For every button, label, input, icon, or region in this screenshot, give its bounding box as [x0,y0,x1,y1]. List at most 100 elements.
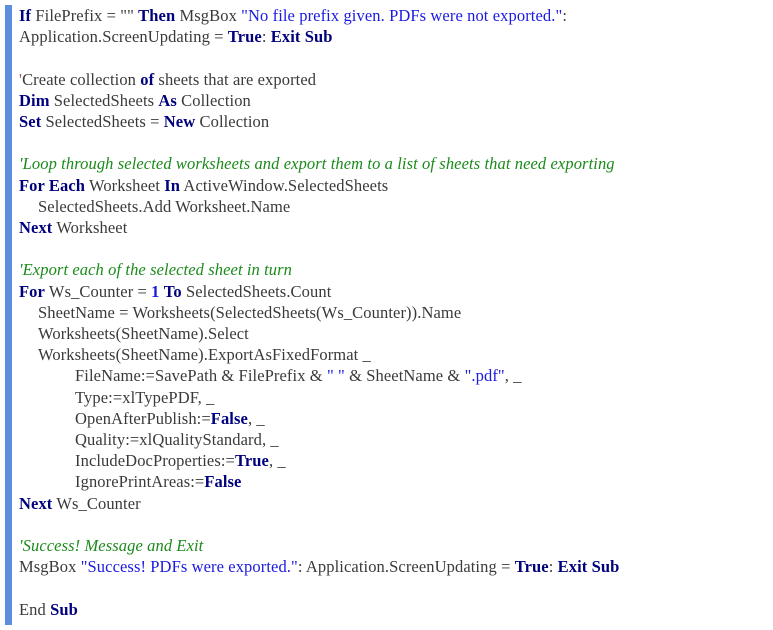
statement-worksheets-select: Worksheets(SheetName).Select [38,324,249,343]
operator-equals: = [501,557,511,577]
string-success-message: "Success! PDFs were exported." [80,557,298,577]
code-line-18: Quality:=xlQualityStandard, _ [19,429,767,450]
operator-equals: = [106,6,116,25]
keyword-if: If [19,6,32,25]
object-application-screenupdating: Application.ScreenUpdating [19,27,210,47]
code-line-9: Next Worksheet [19,217,767,238]
line-continuation-2: , _ [247,408,265,428]
keyword-exit-sub: Exit Sub [557,557,620,577]
code-line-14: Worksheets(SheetName).ExportAsFixedForma… [19,344,767,365]
comment-text-a: Create collection [22,69,141,89]
code-lines: If FilePrefix = "" Then MsgBox "No file … [19,5,767,620]
statement-exportasfixedformat: Worksheets(SheetName).ExportAsFixedForma… [38,345,371,365]
keyword-dim: Dim [19,90,50,110]
param-filename-prefix: FileName:=SavePath & FilePrefix & [75,366,327,386]
code-line-22: 'Success! Message and Exit [19,535,767,556]
comment-success-message: 'Success! Message and Exit [19,536,204,556]
code-line-16: Type:=xlTypePDF, _ [19,387,767,408]
statement-sheetname-assign: SheetName = Worksheets(SelectedSheets(Ws… [38,302,462,322]
code-line-21: Next Ws_Counter [19,493,767,514]
string-part-no: "No [241,6,269,25]
code-line-6: 'Loop through selected worksheets and ex… [19,153,767,174]
code-line-2: Application.ScreenUpdating = True: Exit … [19,26,767,47]
statement-separator-colon: : [261,27,267,47]
keyword-for: For [19,281,45,301]
keyword-true: True [227,27,262,47]
left-accent-bar [5,5,12,625]
line-continuation-1: , _ [504,366,522,386]
empty-string-literal: "" [120,6,134,25]
code-blank-line-4 [19,514,767,535]
code-snippet-container: If FilePrefix = "" Then MsgBox "No file … [0,0,773,630]
keyword-to: To [163,281,182,301]
keyword-next: Next [19,218,53,237]
identifier-ws-counter: Ws_Counter [48,281,134,301]
param-ignoreprintareas-label: IgnorePrintAreas:= [75,472,205,492]
code-line-3: 'Create collection of sheets that are ex… [19,69,767,90]
number-literal-one: 1 [151,281,160,301]
code-blank-line-1 [19,47,767,68]
keyword-next: Next [19,493,53,513]
keyword-true: True [234,451,269,471]
code-blank-line-3 [19,238,767,259]
keyword-new: New [163,112,196,131]
expression-activewindow-selectedsheets: ActiveWindow.SelectedSheets [183,175,389,195]
code-blank-line-5 [19,577,767,598]
expression-selectedsheets-count: SelectedSheets.Count [185,281,332,301]
keyword-as: As [158,90,177,110]
code-line-23: MsgBox "Success! PDFs were exported.": A… [19,556,767,577]
string-space-literal: " " [326,366,345,386]
keyword-in: In [164,175,181,195]
param-quality-xlqualitystandard: Quality:=xlQualityStandard, _ [75,430,279,450]
identifier-fileprefix: FilePrefix [35,6,103,25]
code-line-20: IgnorePrintAreas:=False [19,471,767,492]
statement-separator-colon: : [297,557,303,577]
param-includedocproperties-label: IncludeDocProperties:= [75,451,235,471]
string-part-were: were [430,6,463,25]
string-part-given: given. [343,6,385,25]
code-blank-line-2 [19,132,767,153]
code-line-19: IncludeDocProperties:=True, _ [19,450,767,471]
keyword-of: of [140,69,155,89]
identifier-selectedsheets: SelectedSheets [45,112,146,131]
code-line-13: Worksheets(SheetName).Select [19,323,767,344]
code-line-24: End Sub [19,599,767,620]
keyword-for-each: For Each [19,175,86,195]
function-msgbox: MsgBox [19,557,77,577]
code-line-5: Set SelectedSheets = New Collection [19,111,767,132]
identifier-worksheet: Worksheet [56,218,128,237]
operator-equals: = [214,27,224,47]
text-end: End [19,599,51,619]
comment-text-b: sheets that are exported [154,69,317,89]
string-part-pdfs: PDFs [389,6,427,25]
code-line-8: SelectedSheets.Add Worksheet.Name [19,196,767,217]
keyword-false: False [204,472,242,492]
statement-separator-colon: : [562,6,568,25]
identifier-selectedsheets: SelectedSheets [53,90,155,110]
line-continuation-3: , _ [268,451,286,471]
code-line-11: For Ws_Counter = 1 To SelectedSheets.Cou… [19,281,767,302]
keyword-exit-sub: Exit Sub [270,27,333,47]
code-line-15: FileName:=SavePath & FilePrefix & " " & … [19,365,767,386]
code-line-7: For Each Worksheet In ActiveWindow.Selec… [19,175,767,196]
operator-equals: = [150,112,160,131]
param-filename-mid: & SheetName & [344,366,465,386]
comment-export-each: 'Export each of the selected sheet in tu… [19,260,293,280]
identifier-worksheet: Worksheet [88,175,161,195]
code-line-10: 'Export each of the selected sheet in tu… [19,259,767,280]
string-part-file: file [272,6,295,25]
string-pdf-extension: ".pdf" [464,366,505,386]
code-line-12: SheetName = Worksheets(SelectedSheets(Ws… [19,302,767,323]
function-msgbox: MsgBox [179,6,237,25]
keyword-set: Set [19,112,42,131]
type-collection: Collection [181,90,251,110]
param-type-xltypepdf: Type:=xlTypePDF, _ [75,387,215,407]
string-part-not: not [467,6,489,25]
statement-selectedsheets-add: SelectedSheets.Add Worksheet.Name [38,196,291,216]
statement-separator-colon: : [548,557,554,577]
keyword-true: True [514,557,549,577]
param-openafterpublish-label: OpenAfterPublish:= [75,408,211,428]
string-part-prefix: prefix [299,6,340,25]
type-collection: Collection [199,112,270,131]
code-line-4: Dim SelectedSheets As Collection [19,90,767,111]
